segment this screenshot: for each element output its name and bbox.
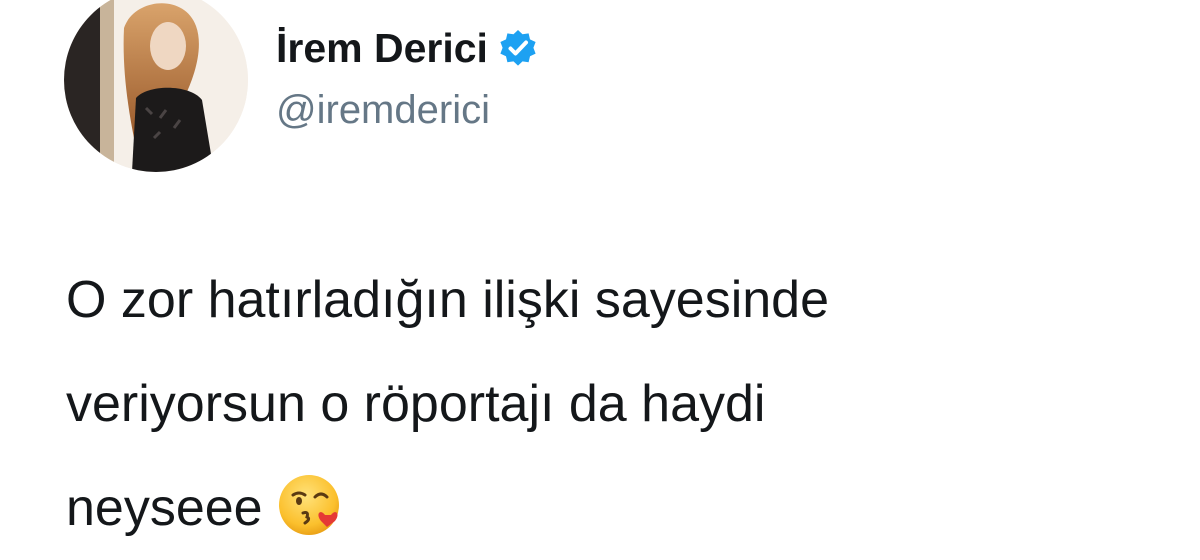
tweet-card: İrem Derici @iremderici O zor hatırladığ… bbox=[0, 0, 1200, 553]
avatar-photo-icon bbox=[64, 0, 248, 172]
tweet-text: O zor hatırladığın ilişki sayesinde veri… bbox=[66, 248, 1166, 560]
face-blowing-a-kiss-icon bbox=[277, 471, 345, 539]
tweet-text-line-last: neyseee bbox=[66, 456, 1166, 560]
author-display-name[interactable]: İrem Derici bbox=[276, 25, 488, 72]
tweet-text-line: veriyorsun o röportajı da haydi bbox=[66, 375, 766, 433]
tweet-text-line: O zor hatırladığın ilişki sayesinde bbox=[66, 271, 830, 329]
tweet-text-line: neyseee bbox=[66, 479, 263, 537]
avatar[interactable] bbox=[64, 0, 248, 172]
author-handle[interactable]: @iremderici bbox=[276, 88, 490, 133]
author-row: İrem Derici bbox=[276, 20, 538, 76]
verified-badge-icon bbox=[498, 28, 538, 68]
